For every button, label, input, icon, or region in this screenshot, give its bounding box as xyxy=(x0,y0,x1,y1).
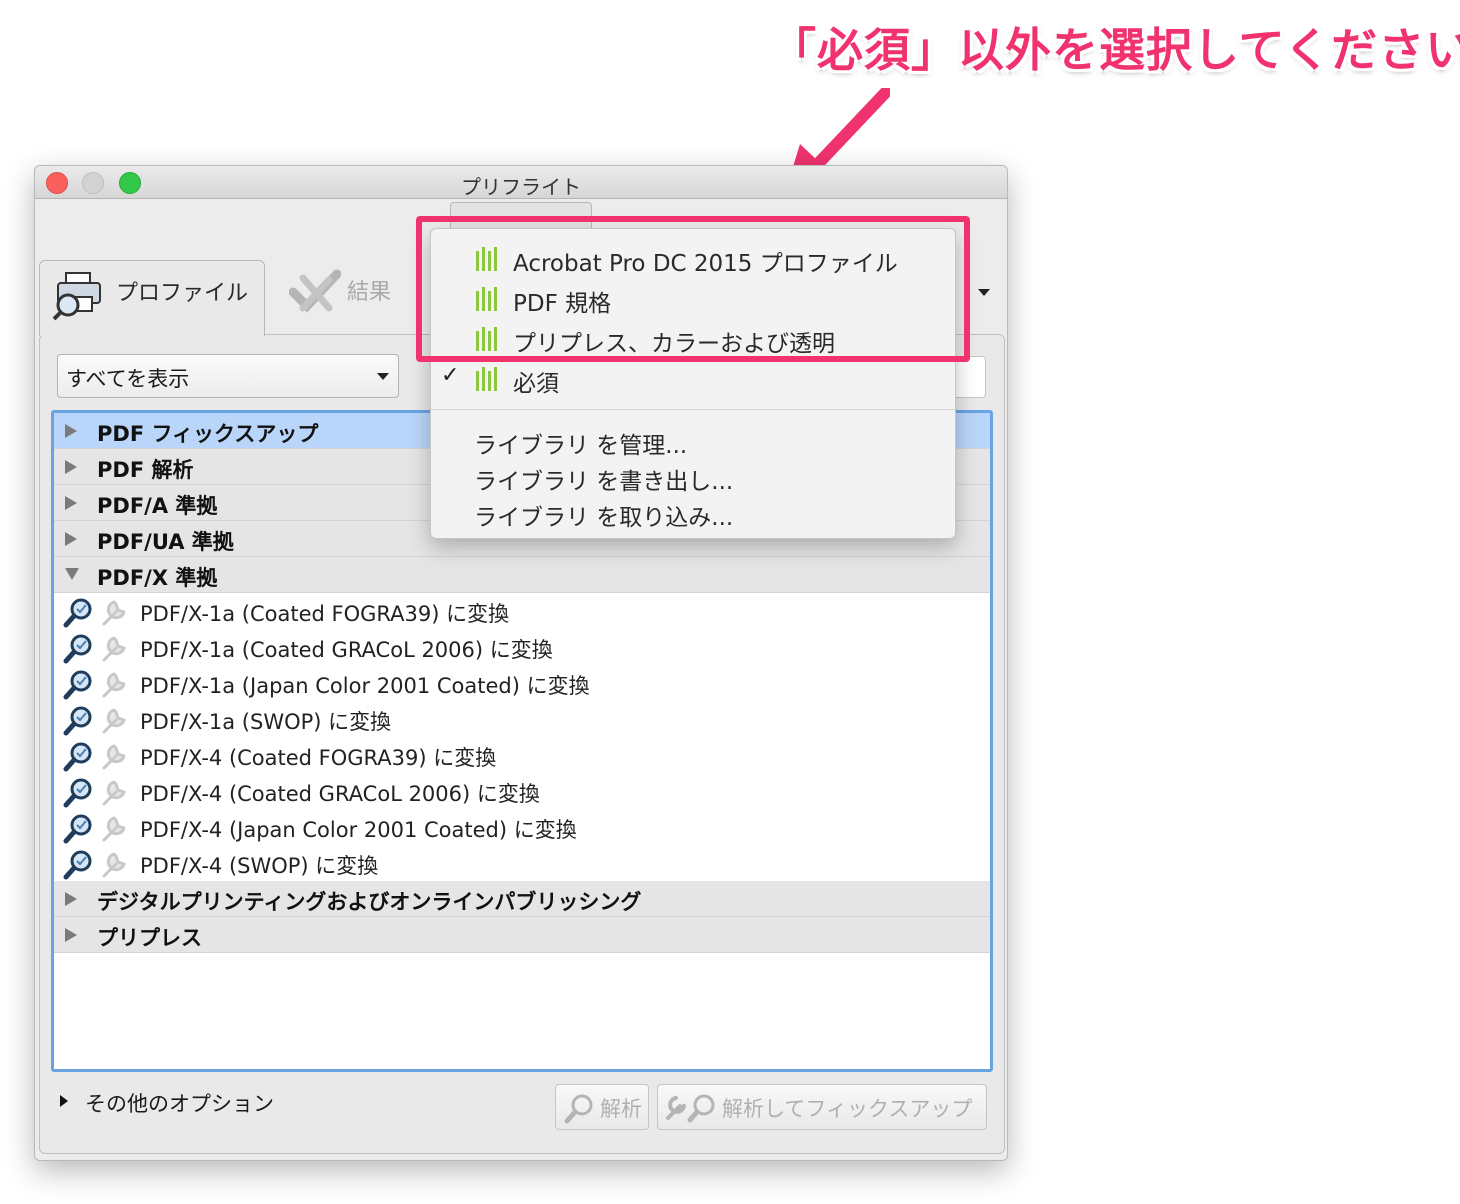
tree-group-row[interactable]: PDF/X 準拠 xyxy=(54,557,990,593)
window-title: プリフライト xyxy=(461,175,581,199)
highlight-box xyxy=(416,216,970,362)
more-options-label: その他のオプション xyxy=(85,1092,274,1116)
checkmark-icon: ✓ xyxy=(441,363,460,388)
disclosure-right-icon xyxy=(60,1095,68,1107)
tree-item-row[interactable]: PDF/X-4 (Coated FOGRA39) に変換 xyxy=(54,737,990,773)
tree-item-row[interactable]: PDF/X-1a (Coated FOGRA39) に変換 xyxy=(54,593,990,629)
tree-group-label: PDF 解析 xyxy=(97,458,194,482)
wrench-icon xyxy=(102,600,126,626)
tree-group-label: PDF/X 準拠 xyxy=(97,566,218,590)
analyze-and-fix-label: 解析してフィックスアップ xyxy=(722,1097,973,1121)
tree-item-label: PDF/X-4 (SWOP) に変換 xyxy=(140,854,379,878)
disclosure-right-icon[interactable] xyxy=(64,459,78,475)
disclosure-right-icon[interactable] xyxy=(64,927,78,943)
disclosure-right-icon[interactable] xyxy=(64,531,78,547)
analyze-button-label: 解析 xyxy=(600,1097,642,1121)
tree-item-row[interactable]: PDF/X-1a (Coated GRACoL 2006) に変換 xyxy=(54,629,990,665)
profile-filter-select[interactable]: すべてを表示 xyxy=(57,354,399,398)
tree-item-label: PDF/X-1a (Coated FOGRA39) に変換 xyxy=(140,602,510,626)
tab-results-label: 結果 xyxy=(347,280,392,305)
wrench-icon xyxy=(102,636,126,662)
wrench-icon xyxy=(102,708,126,734)
inspect-magnifier-icon xyxy=(63,742,92,772)
tree-item-label: PDF/X-4 (Japan Color 2001 Coated) に変換 xyxy=(140,818,577,842)
chevron-down-icon xyxy=(377,373,389,380)
inspect-magnifier-icon xyxy=(63,850,92,880)
disclosure-right-icon[interactable] xyxy=(64,891,78,907)
wrench-icon xyxy=(102,816,126,842)
tree-item-label: PDF/X-1a (Coated GRACoL 2006) に変換 xyxy=(140,638,553,662)
tree-item-row[interactable]: PDF/X-4 (Japan Color 2001 Coated) に変換 xyxy=(54,809,990,845)
inspect-magnifier-icon xyxy=(63,670,92,700)
tab-profiles[interactable]: プロファイル xyxy=(39,260,265,336)
tree-item-row[interactable]: PDF/X-4 (SWOP) に変換 xyxy=(54,845,990,881)
inspect-magnifier-icon xyxy=(63,814,92,844)
wrench-magnifier-icon xyxy=(666,1094,715,1123)
inspect-magnifier-icon xyxy=(63,706,92,736)
tree-item-label: PDF/X-4 (Coated FOGRA39) に変換 xyxy=(140,746,497,770)
menu-item-label: ライブラリ を書き出し... xyxy=(474,469,734,495)
tree-item-label: PDF/X-1a (Japan Color 2001 Coated) に変換 xyxy=(140,674,590,698)
profile-inspect-icon xyxy=(52,272,101,321)
tree-group-label: デジタルプリンティングおよびオンラインパブリッシング xyxy=(97,890,642,914)
disclosure-right-icon[interactable] xyxy=(64,495,78,511)
tree-group-row[interactable]: デジタルプリンティングおよびオンラインパブリッシング xyxy=(54,881,990,917)
magnifier-icon xyxy=(564,1094,593,1124)
menu-item-manage-library[interactable]: ライブラリ を管理... xyxy=(431,421,955,461)
menu-item-label: 必須 xyxy=(513,371,559,397)
tree-item-row[interactable]: PDF/X-1a (SWOP) に変換 xyxy=(54,701,990,737)
tree-group-row[interactable]: プリプレス xyxy=(54,917,990,953)
wrench-icon xyxy=(102,852,126,878)
inspect-magnifier-icon xyxy=(63,778,92,808)
inspect-magnifier-icon xyxy=(63,598,92,628)
wrench-icon xyxy=(102,744,126,770)
disclosure-down-icon[interactable] xyxy=(64,567,80,581)
inspect-magnifier-icon xyxy=(63,634,92,664)
tree-group-label: PDF フィックスアップ xyxy=(97,422,319,446)
menu-item-label: ライブラリ を取り込み... xyxy=(474,505,734,531)
analyze-and-fix-button[interactable]: 解析してフィックスアップ xyxy=(657,1084,987,1130)
menu-item-export-library[interactable]: ライブラリ を書き出し... xyxy=(431,457,955,497)
options-dropdown-caret-icon[interactable] xyxy=(977,288,991,298)
menu-item-import-library[interactable]: ライブラリ を取り込み... xyxy=(431,493,955,533)
menu-separator xyxy=(431,409,955,410)
tree-group-label: PDF/A 準拠 xyxy=(97,494,218,518)
tree-group-label: プリプレス xyxy=(97,926,202,950)
filter-value: すべてを表示 xyxy=(66,367,190,391)
tree-item-label: PDF/X-1a (SWOP) に変換 xyxy=(140,710,392,734)
wrench-icon xyxy=(102,780,126,806)
menu-item-library[interactable]: ✓ 必須 xyxy=(431,359,955,399)
menu-item-label: ライブラリ を管理... xyxy=(474,433,688,459)
analyze-button[interactable]: 解析 xyxy=(555,1084,649,1130)
instruction-callout: 「必須」以外を選択してください xyxy=(770,23,1460,77)
tree-item-label: PDF/X-4 (Coated GRACoL 2006) に変換 xyxy=(140,782,540,806)
tree-item-row[interactable]: PDF/X-1a (Japan Color 2001 Coated) に変換 xyxy=(54,665,990,701)
results-check-icon xyxy=(289,269,341,313)
disclosure-right-icon[interactable] xyxy=(64,423,78,439)
tab-profiles-label: プロファイル xyxy=(116,281,249,306)
wrench-icon xyxy=(102,672,126,698)
tab-results[interactable]: 結果 xyxy=(285,266,425,316)
title-bar: プリフライト xyxy=(35,166,1007,199)
tree-item-row[interactable]: PDF/X-4 (Coated GRACoL 2006) に変換 xyxy=(54,773,990,809)
tree-group-label: PDF/UA 準拠 xyxy=(97,530,234,554)
library-bars-icon xyxy=(476,367,497,391)
